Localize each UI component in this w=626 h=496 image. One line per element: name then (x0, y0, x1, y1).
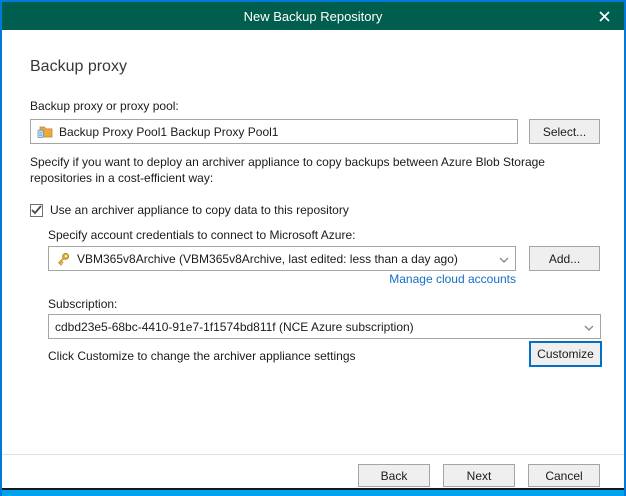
credentials-dropdown[interactable]: VBM365v8Archive (VBM365v8Archive, last e… (48, 246, 516, 271)
archiver-checkbox[interactable] (30, 204, 43, 217)
archiver-checkbox-label: Use an archiver appliance to copy data t… (50, 203, 349, 217)
window-bottom-strip (2, 490, 624, 496)
subscription-label: Subscription: (48, 297, 117, 311)
proxy-pool-label: Backup proxy or proxy pool: (30, 99, 179, 113)
key-icon (55, 251, 71, 267)
customize-hint: Click Customize to change the archiver a… (48, 349, 356, 363)
manage-cloud-accounts-link[interactable]: Manage cloud accounts (48, 272, 516, 286)
cancel-button[interactable]: Cancel (528, 464, 600, 487)
next-button[interactable]: Next (443, 464, 515, 487)
page-title: Backup proxy (30, 58, 127, 76)
checkmark-icon (31, 205, 42, 215)
archiver-checkbox-row: Use an archiver appliance to copy data t… (30, 203, 349, 217)
back-button[interactable]: Back (358, 464, 430, 487)
subscription-value: cdbd23e5-68bc-4410-91e7-1f1574bd811f (NC… (55, 320, 414, 334)
window-title: New Backup Repository (244, 9, 383, 24)
credentials-value: VBM365v8Archive (VBM365v8Archive, last e… (77, 252, 458, 266)
new-backup-repository-dialog: New Backup Repository Backup proxy Backu… (0, 0, 626, 496)
close-icon[interactable] (584, 2, 624, 30)
archiver-description: Specify if you want to deploy an archive… (30, 154, 606, 186)
proxy-pool-value: Backup Proxy Pool1 Backup Proxy Pool1 (59, 125, 278, 139)
footer-divider (2, 454, 624, 455)
proxy-pool-icon (37, 124, 53, 140)
chevron-down-icon[interactable] (584, 320, 594, 334)
add-button[interactable]: Add... (529, 246, 600, 271)
select-button[interactable]: Select... (529, 119, 600, 144)
subscription-dropdown[interactable]: cdbd23e5-68bc-4410-91e7-1f1574bd811f (NC… (48, 314, 601, 339)
titlebar: New Backup Repository (2, 2, 624, 30)
customize-button[interactable]: Customize (529, 341, 602, 367)
proxy-pool-field[interactable]: Backup Proxy Pool1 Backup Proxy Pool1 (30, 119, 518, 144)
chevron-down-icon[interactable] (499, 252, 509, 266)
credentials-label: Specify account credentials to connect t… (48, 228, 356, 242)
